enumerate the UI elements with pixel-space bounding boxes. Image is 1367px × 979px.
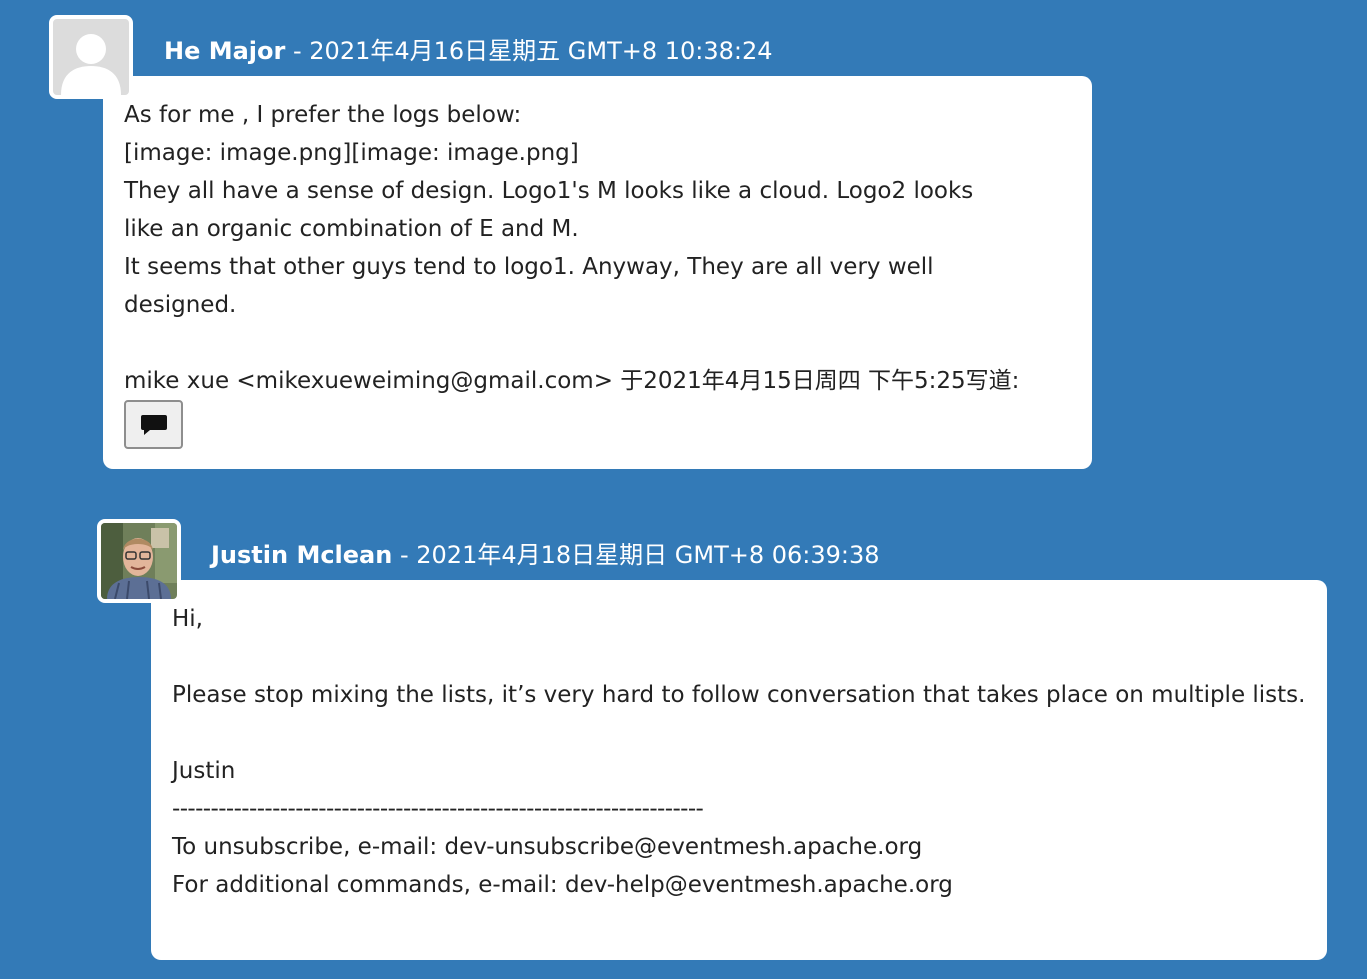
body-line	[124, 324, 1072, 362]
speech-bubble-icon	[140, 414, 167, 435]
body-line: [image: image.png][image: image.png]	[124, 140, 579, 166]
body-line: They all have a sense of design. Logo1's…	[124, 178, 974, 204]
body-line: like an organic combination of E and M.	[124, 216, 579, 242]
body-line: Justin	[172, 758, 236, 784]
signature-divider: ----------------------------------------…	[172, 796, 704, 822]
body-line: It seems that other guys tend to logo1. …	[124, 254, 934, 280]
body-line: As for me , I prefer the logs below:	[124, 102, 522, 128]
message-body: Hi, Please stop mixing the lists, it’s v…	[151, 580, 1327, 960]
body-line: Hi,	[172, 606, 203, 632]
header-separator: -	[392, 541, 417, 569]
body-line	[172, 638, 1307, 676]
help-line: For additional commands, e-mail: dev-hel…	[172, 872, 953, 898]
message-body: As for me , I prefer the logs below: [im…	[103, 76, 1092, 469]
user-photo	[101, 523, 177, 599]
author-name[interactable]: Justin Mclean	[211, 541, 392, 569]
avatar	[97, 519, 181, 603]
default-user-icon	[53, 19, 129, 95]
message-header: He Major - 2021年4月16日星期五 GMT+8 10:38:24	[164, 36, 773, 66]
message-date: 2021年4月18日星期日 GMT+8 06:39:38	[416, 541, 880, 569]
body-line: mike xue <mikexueweiming@gmail.com> 于202…	[124, 368, 1020, 394]
body-line: designed.	[124, 292, 237, 318]
body-line	[172, 714, 1307, 752]
show-quote-button[interactable]	[124, 400, 183, 449]
body-line: Please stop mixing the lists, it’s very …	[172, 682, 1306, 708]
unsubscribe-line: To unsubscribe, e-mail: dev-unsubscribe@…	[172, 834, 923, 860]
message-date: 2021年4月16日星期五 GMT+8 10:38:24	[309, 37, 773, 65]
header-separator: -	[285, 37, 310, 65]
author-name[interactable]: He Major	[164, 37, 285, 65]
message-header: Justin Mclean - 2021年4月18日星期日 GMT+8 06:3…	[211, 540, 880, 570]
avatar	[49, 15, 133, 99]
